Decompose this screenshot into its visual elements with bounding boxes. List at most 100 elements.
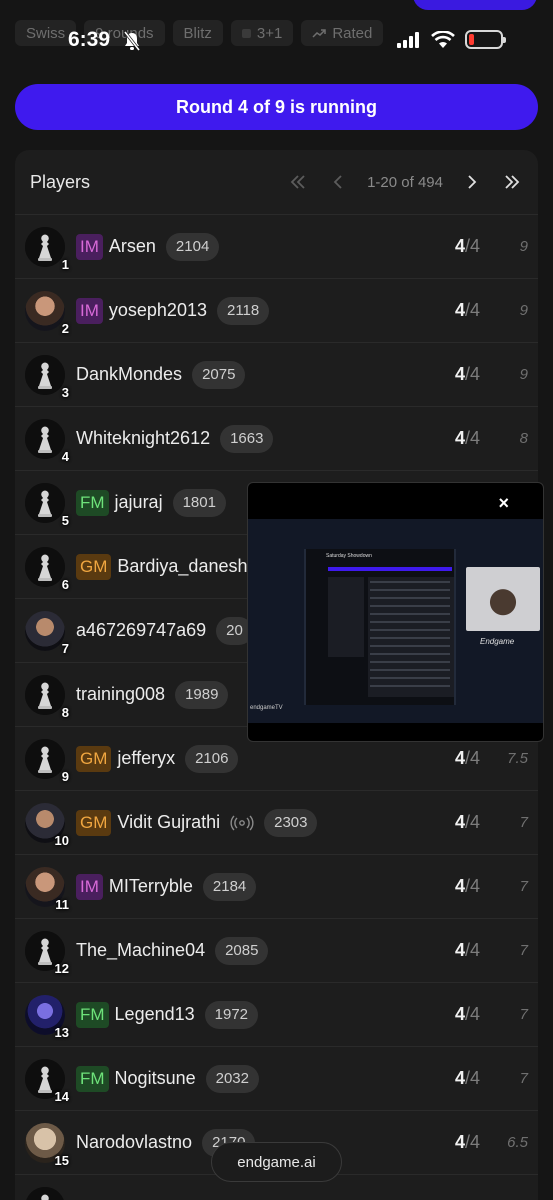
players-title: Players bbox=[30, 171, 91, 192]
rating-badge: 2184 bbox=[202, 872, 257, 901]
endgame-link-button[interactable]: endgame.ai bbox=[211, 1142, 342, 1182]
avatar: 10 bbox=[25, 802, 69, 848]
player-rank: 5 bbox=[61, 512, 69, 528]
title-badge: IM bbox=[76, 233, 103, 260]
tiebreak-value: 7 bbox=[519, 878, 528, 895]
player-rank: 11 bbox=[55, 896, 69, 912]
player-rank: 12 bbox=[54, 960, 69, 976]
player-rank: 3 bbox=[61, 384, 69, 400]
player-rank: 8 bbox=[61, 704, 69, 720]
player-name[interactable]: Bardiya_danesh bbox=[117, 556, 247, 577]
player-name[interactable]: jefferyx bbox=[117, 748, 175, 769]
pagination: 1-20 of 494 bbox=[287, 171, 523, 193]
player-name[interactable]: Arsen bbox=[109, 236, 156, 257]
player-name[interactable]: Narodovlastno bbox=[76, 1132, 192, 1153]
player-name[interactable]: jajuraj bbox=[115, 492, 163, 513]
close-icon[interactable]: × bbox=[498, 493, 509, 514]
top-action-button[interactable] bbox=[413, 0, 537, 10]
tag-speed: Blitz bbox=[172, 20, 223, 46]
tag-system: Swiss bbox=[15, 20, 77, 46]
player-score: 4/4 bbox=[454, 1132, 480, 1152]
wifi-icon bbox=[431, 30, 455, 48]
player-row[interactable]: 14 FM Nogitsune 2032 4/4 7 bbox=[15, 1046, 538, 1110]
trend-icon bbox=[312, 29, 327, 38]
tiebreak-value: 6.5 bbox=[507, 1134, 528, 1151]
pawn-icon: 6 bbox=[25, 546, 69, 592]
player-rank: 13 bbox=[54, 1024, 69, 1040]
player-rank: 2 bbox=[61, 320, 69, 336]
player-row[interactable]: 4 Whiteknight2612 1663 4/4 8 bbox=[15, 406, 538, 470]
bell-off-icon bbox=[123, 31, 141, 51]
player-row[interactable]: 11 IM MITerryble 2184 4/4 7 bbox=[15, 854, 538, 918]
tiebreak-value: 7 bbox=[519, 1006, 528, 1023]
pawn-icon: 1 bbox=[25, 226, 69, 272]
player-score: 4/4 bbox=[454, 876, 480, 896]
player-name[interactable]: DankMondes bbox=[76, 364, 182, 385]
pawn-icon: 4 bbox=[25, 418, 69, 464]
player-name[interactable]: Whiteknight2612 bbox=[76, 428, 210, 449]
webcam-feed bbox=[466, 567, 540, 631]
tag-rated: Rated bbox=[301, 20, 384, 46]
avatar: 7 bbox=[25, 610, 69, 656]
player-name[interactable]: The_Machine04 bbox=[76, 940, 205, 961]
player-name[interactable]: yoseph2013 bbox=[109, 300, 207, 321]
player-name[interactable]: Vidit Gujrathi bbox=[117, 812, 220, 833]
prev-page-icon[interactable] bbox=[327, 171, 349, 193]
player-row[interactable]: 3 DankMondes 2075 4/4 9 bbox=[15, 342, 538, 406]
webcam-label: Endgame bbox=[480, 637, 515, 646]
player-rank: 9 bbox=[61, 768, 69, 784]
player-rank: 14 bbox=[54, 1088, 69, 1104]
player-score: 4/4 bbox=[454, 940, 480, 960]
player-row[interactable]: 1 IM Arsen 2104 4/4 9 bbox=[15, 214, 538, 278]
players-panel-header: Players 1-20 of 494 bbox=[15, 150, 538, 214]
pawn-icon: 14 bbox=[25, 1058, 69, 1104]
player-row[interactable]: 13 FM Legend13 1972 4/4 7 bbox=[15, 982, 538, 1046]
player-score: 4/4 bbox=[454, 364, 480, 384]
player-rank: 6 bbox=[61, 576, 69, 592]
next-page-icon[interactable] bbox=[461, 171, 483, 193]
first-page-icon[interactable] bbox=[287, 171, 309, 193]
title-badge: GM bbox=[76, 809, 112, 836]
player-name[interactable]: Nogitsune bbox=[115, 1068, 196, 1089]
pawn-icon: 8 bbox=[25, 674, 69, 720]
player-score: 4/4 bbox=[454, 1068, 480, 1088]
picture-in-picture-video[interactable]: × Saturday Showdown Endgame endgameTV bbox=[247, 482, 544, 742]
avatar: 13 bbox=[25, 994, 69, 1040]
stream-screen-capture: Saturday Showdown bbox=[304, 549, 456, 705]
player-score: 4/4 bbox=[454, 748, 480, 768]
player-name[interactable]: a467269747a69 bbox=[76, 620, 206, 641]
tiebreak-value: 7.5 bbox=[507, 750, 528, 767]
player-rank: 1 bbox=[61, 256, 69, 272]
pawn-icon: 5 bbox=[25, 482, 69, 528]
status-icons bbox=[397, 30, 506, 49]
page-range: 1-20 of 494 bbox=[367, 173, 443, 191]
player-row[interactable]: 2 IM yoseph2013 2118 4/4 9 bbox=[15, 278, 538, 342]
tiebreak-value: 9 bbox=[519, 302, 528, 319]
player-row[interactable]: 10 GM Vidit Gujrathi 2303 4/4 7 bbox=[15, 790, 538, 854]
last-page-icon[interactable] bbox=[501, 171, 523, 193]
battery-icon bbox=[465, 30, 506, 49]
player-name[interactable]: Legend13 bbox=[115, 1004, 195, 1025]
tiebreak-value: 9 bbox=[519, 238, 528, 255]
title-badge: GM bbox=[76, 553, 112, 580]
pawn-icon: 9 bbox=[25, 738, 69, 784]
live-stream-icon[interactable] bbox=[230, 815, 254, 831]
player-name[interactable]: MITerryble bbox=[109, 876, 193, 897]
avatar: 11 bbox=[25, 866, 69, 912]
pawn-icon: 12 bbox=[25, 930, 69, 976]
player-row[interactable]: 12 The_Machine04 2085 4/4 7 bbox=[15, 918, 538, 982]
player-score: 4/4 bbox=[454, 428, 480, 448]
rating-badge: 2075 bbox=[192, 360, 246, 389]
pawn-icon bbox=[25, 1186, 65, 1200]
player-rank: 7 bbox=[61, 640, 69, 656]
avatar: 2 bbox=[25, 290, 69, 336]
rating-badge: 2106 bbox=[185, 744, 239, 773]
round-status-banner[interactable]: Round 4 of 9 is running bbox=[15, 84, 538, 130]
player-name[interactable]: training008 bbox=[76, 684, 165, 705]
rating-badge: 1989 bbox=[175, 680, 229, 709]
tiebreak-value: 7 bbox=[519, 942, 528, 959]
tag-time-control: 3+1 bbox=[230, 20, 294, 46]
rating-badge: 2118 bbox=[216, 296, 270, 325]
player-rank: 15 bbox=[54, 1152, 69, 1168]
title-badge: FM bbox=[76, 489, 109, 516]
